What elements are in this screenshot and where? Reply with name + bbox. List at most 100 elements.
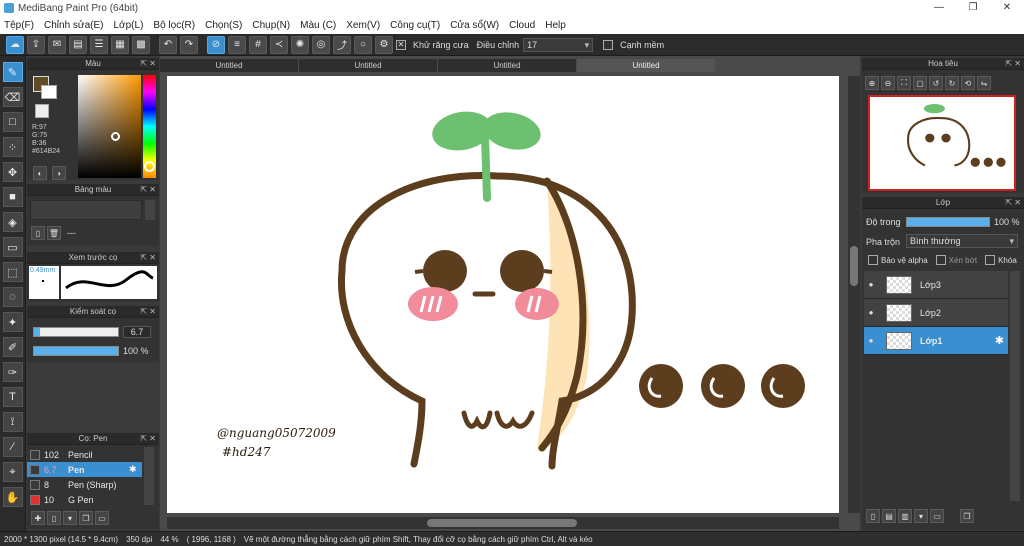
close-button[interactable]: ✕ [990, 0, 1024, 16]
brush-item-g-pen[interactable]: 10 G Pen [27, 492, 142, 507]
layer-settings-icon[interactable]: ✱ [995, 334, 1004, 347]
share-icon[interactable]: ⇪ [27, 35, 45, 54]
drawing-canvas[interactable]: @nguang05072009 #hd247 [167, 76, 839, 513]
cloud-icon[interactable]: ☁ [6, 35, 24, 54]
add-layer-menu-icon[interactable]: ▾ [914, 509, 928, 523]
palette-area[interactable] [30, 200, 142, 220]
fill-rect-tool-icon[interactable]: ■ [2, 187, 23, 207]
hue-handle[interactable] [144, 161, 155, 172]
select-pen-tool-icon[interactable]: ✐ [2, 337, 23, 357]
menu-select[interactable]: Chọn(S) [205, 20, 242, 31]
visibility-eye-icon[interactable]: ● [864, 308, 878, 317]
radial-burst-icon[interactable]: ✺ [291, 35, 309, 54]
menu-tools[interactable]: Công cụ(T) [390, 20, 440, 31]
smooth-edge-checkbox[interactable] [603, 39, 614, 50]
new-brush-icon[interactable]: ▯ [47, 511, 61, 525]
adjust-select[interactable]: 17 [523, 37, 594, 52]
menu-layer[interactable]: Lớp(L) [114, 20, 144, 31]
tab-untitled-3[interactable]: Untitled [438, 59, 576, 72]
blend-mode-select[interactable]: Bình thường [906, 234, 1018, 248]
layer-list-scrollbar[interactable] [1010, 271, 1020, 501]
flip-horizontal-icon[interactable]: ⇋ [977, 76, 991, 90]
menu-help[interactable]: Help [545, 20, 566, 31]
canvas-horizontal-scrollbar[interactable] [167, 517, 839, 529]
color-eyedropper-icon[interactable]: ◑ [51, 166, 66, 180]
zoom-in-icon[interactable]: ⊕ [865, 76, 879, 90]
snap-settings-icon[interactable]: ⚙ [375, 35, 393, 54]
new-8bit-layer-icon[interactable]: ▥ [898, 509, 912, 523]
circle-snap-icon[interactable]: ○ [354, 35, 372, 54]
concentric-snap-icon[interactable]: ◎ [312, 35, 330, 54]
canvas-vertical-scrollbar[interactable] [848, 76, 860, 513]
fit-window-icon[interactable]: ⛶ [897, 76, 911, 90]
brush-opacity-slider[interactable] [33, 346, 119, 356]
select-tool-icon[interactable]: ⬚ [2, 262, 23, 282]
layer-row-lop2[interactable]: ● Lớp2 [864, 299, 1008, 327]
eraser-tool-icon[interactable]: ⌫ [2, 87, 23, 107]
visibility-eye-icon[interactable]: ● [864, 336, 878, 345]
saturation-value-box[interactable] [78, 75, 141, 178]
maximize-button[interactable]: ❐ [956, 0, 990, 16]
visibility-eye-icon[interactable]: ● [864, 280, 878, 289]
rotate-right-icon[interactable]: ↻ [945, 76, 959, 90]
new-layer-icon[interactable]: ▯ [866, 509, 880, 523]
magic-wand-tool-icon[interactable]: ✦ [2, 312, 23, 332]
bucket-tool-icon[interactable]: ◈ [2, 212, 23, 232]
divide-tool-icon[interactable]: ⟟ [2, 412, 23, 432]
move-tool-icon[interactable]: ✥ [2, 162, 23, 182]
text-tool-icon[interactable]: T [2, 387, 23, 407]
list-icon[interactable]: ☰ [90, 35, 108, 54]
layer-folder-icon[interactable]: ▭ [930, 509, 944, 523]
brush-settings-icon[interactable]: ✱ [129, 464, 137, 475]
copy-brush-icon[interactable]: ❐ [79, 511, 93, 525]
snap-off-icon[interactable]: ⊘ [207, 35, 225, 54]
shape-tool-icon[interactable]: □ [2, 112, 23, 132]
curve-snap-icon[interactable]: ⤴ [333, 35, 351, 54]
clip-checkbox[interactable] [935, 255, 946, 265]
brush-item-pencil[interactable]: 102 Pencil [27, 447, 142, 462]
menu-color[interactable]: Màu (C) [300, 20, 336, 31]
pen-dropper-tool-icon[interactable]: ⌖ [2, 462, 23, 482]
tab-untitled-4[interactable]: Untitled [577, 59, 715, 72]
lasso-tool-icon[interactable]: ◌ [2, 287, 23, 307]
zoom-out-icon[interactable]: ⊖ [881, 76, 895, 90]
layer-row-lop3[interactable]: ● Lớp3 [864, 271, 1008, 299]
brush-item-pen-sharp[interactable]: 8 Pen (Sharp) [27, 477, 142, 492]
tiles-icon[interactable]: ▩ [132, 35, 150, 54]
gradient-tool-icon[interactable]: ▭ [2, 237, 23, 257]
menu-edit[interactable]: Chỉnh sửa(E) [44, 20, 104, 31]
brush-tool-icon[interactable]: ✎ [2, 62, 23, 82]
brush-list-scrollbar[interactable] [144, 447, 154, 505]
parallel-snap-icon[interactable]: ≡ [228, 35, 246, 54]
brush-folder-icon[interactable]: ▭ [95, 511, 109, 525]
brush-size-slider[interactable] [33, 327, 119, 337]
reset-rotation-icon[interactable]: ⟲ [961, 76, 975, 90]
color-wheel-icon[interactable]: ◐ [33, 166, 47, 180]
dot-tool-icon[interactable]: ⁘ [2, 137, 23, 157]
select-eraser-tool-icon[interactable]: ✑ [2, 362, 23, 382]
hand-tool-icon[interactable]: ✋ [2, 487, 23, 507]
rotate-left-icon[interactable]: ↺ [929, 76, 943, 90]
menu-snap[interactable]: Chụp(N) [252, 20, 290, 31]
eyedropper-tool-icon[interactable]: ⁄ [2, 437, 23, 457]
add-brush-icon[interactable]: ✚ [31, 511, 45, 525]
menu-filter[interactable]: Bộ lọc(R) [153, 20, 195, 31]
protect-alpha-checkbox[interactable] [868, 255, 878, 265]
brush-menu-icon[interactable]: ▾ [63, 511, 77, 525]
menu-file[interactable]: Tệp(F) [4, 20, 34, 31]
undo-icon[interactable]: ↶ [159, 35, 177, 54]
lock-checkbox[interactable] [985, 255, 996, 265]
antialias-checkbox[interactable]: ✕ [396, 39, 406, 50]
tab-untitled-2[interactable]: Untitled [299, 59, 437, 72]
menu-view[interactable]: Xem(V) [346, 20, 380, 31]
color-picker-cursor[interactable] [111, 132, 120, 141]
menu-cloud[interactable]: Cloud [509, 20, 535, 31]
secondary-color-swatch[interactable] [41, 85, 57, 99]
tab-untitled-1[interactable]: Untitled [160, 59, 298, 72]
document-icon[interactable]: ▤ [69, 35, 87, 54]
vertical-scroll-thumb[interactable] [850, 246, 858, 286]
brush-size-value[interactable]: 6.7 [123, 326, 151, 338]
radial-snap-icon[interactable]: ≺ [270, 35, 288, 54]
new-palette-icon[interactable]: ▯ [31, 226, 45, 240]
redo-icon[interactable]: ↷ [180, 35, 198, 54]
